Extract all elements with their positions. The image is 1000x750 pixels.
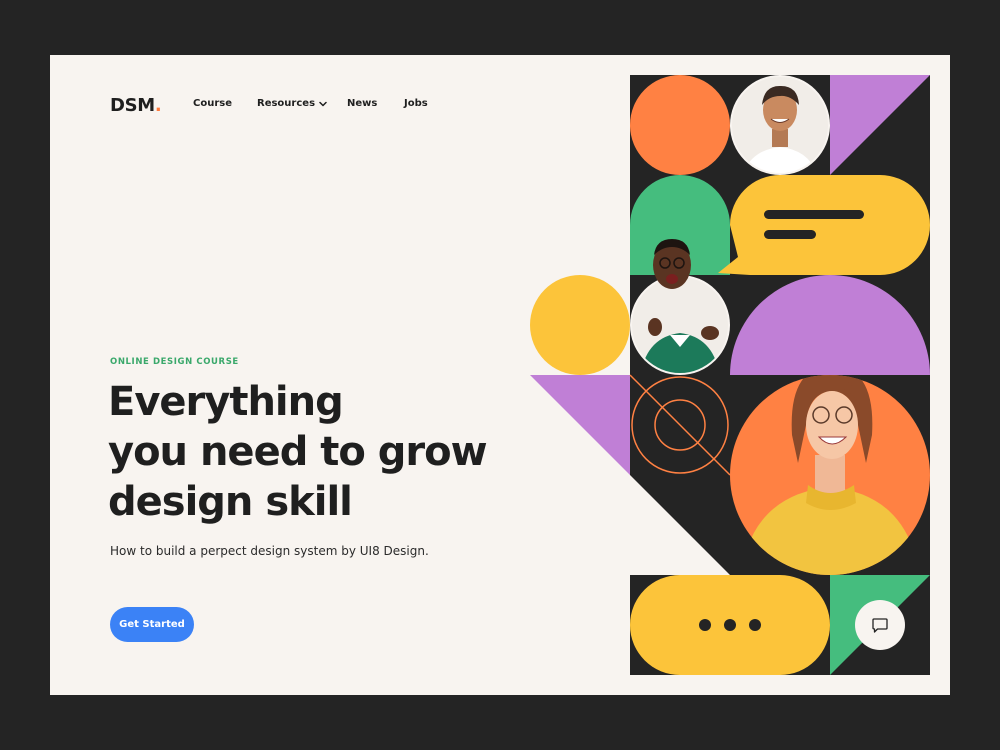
chat-button[interactable] <box>855 600 905 650</box>
landing-page: DSM. Course Resources News Jobs ONLINE D… <box>50 55 950 695</box>
yellow-typing-bubble <box>630 575 830 675</box>
yellow-circle-shape <box>530 275 630 375</box>
yellow-speech-bubble <box>718 175 930 275</box>
orange-circle-shape <box>630 75 730 175</box>
purple-left-triangle-shape <box>530 375 630 475</box>
hero-illustration <box>530 75 930 675</box>
